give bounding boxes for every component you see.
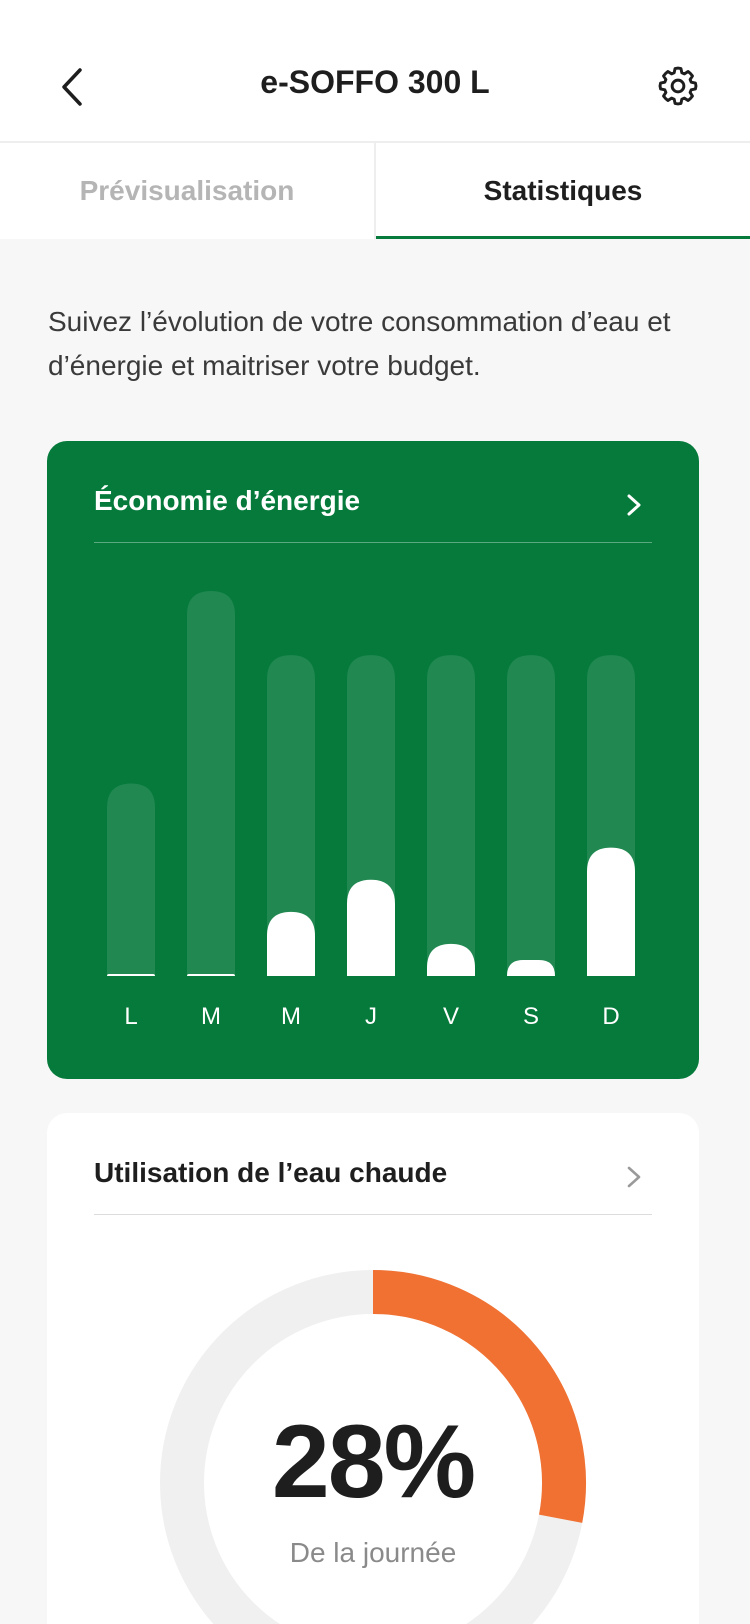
- bar-background: [507, 655, 555, 976]
- bar-background: [427, 655, 475, 976]
- energy-bar-chart: LMMJVSD: [107, 591, 635, 1030]
- bar-background: [187, 591, 235, 976]
- day-label: L: [124, 1003, 137, 1030]
- day-label: M: [281, 1003, 301, 1030]
- bar-value: [267, 911, 315, 976]
- tab-statistiques[interactable]: Statistiques: [376, 143, 750, 239]
- day-label: S: [523, 1003, 539, 1030]
- usage-caption: De la journée: [289, 1537, 457, 1568]
- settings-gear-icon[interactable]: [656, 64, 700, 108]
- bar-value: [507, 959, 555, 976]
- page-title: e-SOFFO 300 L: [260, 64, 490, 100]
- bar-value: [107, 974, 155, 976]
- day-label: D: [602, 1003, 619, 1030]
- hot-water-card[interactable]: Utilisation de l’eau chaude 28% De la jo…: [47, 1113, 699, 1624]
- intro-text: Suivez l’évolution de votre consommation…: [48, 306, 671, 381]
- tab-bar: Prévisualisation Statistiques: [0, 143, 750, 239]
- top-bar: e-SOFFO 300 L: [0, 0, 750, 143]
- bar-value: [587, 847, 635, 976]
- bar-background: [107, 783, 155, 976]
- day-label: J: [365, 1003, 377, 1030]
- bar-value: [187, 974, 235, 976]
- tab-previsualisation[interactable]: Prévisualisation: [0, 143, 376, 239]
- usage-percent-value: 28%: [271, 1404, 476, 1520]
- day-label: V: [443, 1003, 459, 1030]
- day-label: M: [201, 1003, 221, 1030]
- bar-value: [347, 879, 395, 976]
- energy-savings-card[interactable]: Économie d’énergie LMMJVSD: [47, 441, 699, 1079]
